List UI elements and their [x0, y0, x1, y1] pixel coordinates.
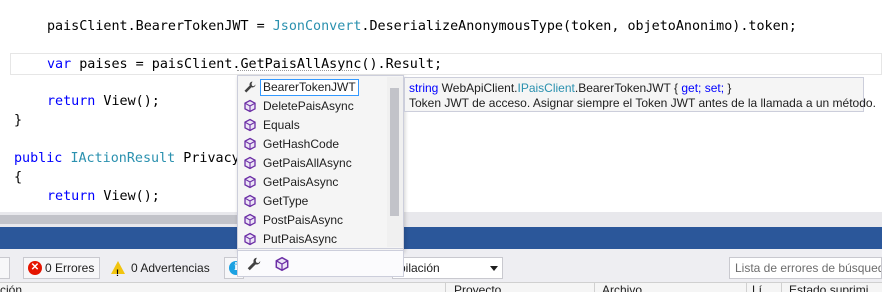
qi-namespace: WebApiClient. — [438, 81, 518, 95]
method-cube-icon — [244, 175, 256, 189]
code-text: Privacy — [175, 151, 240, 166]
completion-item-gettype[interactable]: GetType — [239, 192, 387, 211]
completion-scrollbar-thumb[interactable] — [390, 88, 399, 216]
quick-info-signature: string WebApiClient.IPaisClient.BearerTo… — [409, 81, 731, 95]
completion-item-label: PostPaisAsync — [263, 213, 344, 227]
code-text: } — [14, 113, 23, 128]
quick-info-tooltip: string WebApiClient.IPaisClient.BearerTo… — [404, 77, 876, 112]
completion-item-equals[interactable]: Equals — [239, 116, 387, 135]
method-cube-icon — [244, 213, 256, 227]
method-cube-icon[interactable] — [274, 256, 290, 272]
code-line-token-assign[interactable]: paisClient.BearerTokenJWT = JsonConvert.… — [47, 17, 797, 36]
code-keyword: return — [47, 94, 96, 109]
column-description[interactable]: ción — [0, 283, 22, 292]
qi-member: .BearerTokenJWT { — [574, 81, 682, 95]
completion-item-getpaisasync[interactable]: GetPaisAsync — [239, 173, 387, 192]
column-separator[interactable] — [746, 283, 747, 292]
qi-type: IPaisClient — [517, 81, 575, 95]
code-line-return-1[interactable]: return View(); — [47, 92, 160, 111]
column-separator[interactable] — [445, 283, 446, 292]
column-separator[interactable] — [594, 283, 595, 292]
code-text: paisClient.BearerTokenJWT = — [47, 19, 273, 34]
code-type: IActionResult — [70, 151, 176, 166]
build-scope-dropdown[interactable]: pilación — [392, 257, 503, 279]
qi-set: set; — [704, 81, 725, 95]
completion-item-bearertokenjwt[interactable]: BearerTokenJWT — [239, 78, 387, 97]
code-line-open-brace[interactable]: { — [14, 168, 22, 187]
code-type: JsonConvert — [272, 19, 362, 34]
scope-dropdown-edge[interactable] — [0, 257, 10, 279]
column-suppression-state[interactable]: Estado suprimi — [789, 283, 868, 292]
completion-divider — [238, 248, 403, 250]
error-search-placeholder: Lista de errores de búsqueda — [735, 261, 882, 275]
warning-icon: ! — [111, 261, 125, 278]
editor-scrollbar-thumb[interactable] — [0, 215, 238, 224]
errors-filter-button[interactable]: ✕ 0 Errores — [23, 257, 100, 279]
completion-item-deletepaisasync[interactable]: DeletePaisAsync — [239, 97, 387, 116]
completion-item-label: DeletePaisAsync — [263, 99, 354, 113]
completion-item-label: GetPaisAsync — [263, 175, 339, 189]
completion-item-gethashcode[interactable]: GetHashCode — [239, 135, 387, 154]
suggestion-squiggle — [237, 68, 359, 71]
completion-item-getpaisallasync[interactable]: GetPaisAllAsync — [239, 154, 387, 173]
completion-filter-bar — [237, 251, 404, 277]
method-cube-icon — [244, 232, 256, 246]
method-cube-icon — [244, 194, 256, 208]
completion-item-postpaisasync[interactable]: PostPaisAsync — [239, 211, 387, 230]
completion-item-label: GetPaisAllAsync — [263, 156, 352, 170]
code-keyword: public — [14, 151, 63, 166]
code-line-close-brace[interactable]: } — [14, 111, 22, 130]
wrench-icon[interactable] — [246, 256, 262, 272]
wrench-icon — [244, 81, 256, 93]
code-text: .DeserializeAnonymousType(token, objetoA… — [361, 19, 797, 34]
code-text: View(); — [95, 189, 160, 204]
error-icon: ✕ — [28, 261, 42, 275]
method-cube-icon — [244, 137, 256, 151]
column-file[interactable]: Archivo — [602, 283, 642, 292]
qi-keyword: string — [409, 81, 439, 95]
code-line-privacy[interactable]: public IActionResult Privacy — [14, 149, 240, 168]
code-line-paises[interactable]: var paises = paisClient.GetPaisAllAsync(… — [47, 55, 442, 74]
completion-item-putpaisasync[interactable]: PutPaisAsync — [239, 230, 387, 249]
column-line[interactable]: Lí — [752, 283, 762, 292]
quick-info-description: Token JWT de acceso. Asignar siempre el … — [409, 96, 876, 110]
method-cube-icon — [244, 156, 256, 170]
completion-item-label: BearerTokenJWT — [260, 79, 359, 96]
chevron-down-icon — [490, 266, 498, 271]
error-search-input[interactable]: Lista de errores de búsqueda — [729, 257, 882, 279]
completion-item-label: Equals — [263, 118, 300, 132]
completion-items: BearerTokenJWT DeletePaisAsync Equals Ge… — [238, 76, 388, 248]
code-line-return-2[interactable]: return View(); — [47, 187, 160, 206]
build-scope-value: pilación — [399, 261, 440, 275]
method-cube-icon — [244, 118, 256, 132]
code-keyword: return — [47, 189, 96, 204]
error-list-titlebar[interactable] — [0, 227, 882, 249]
warnings-count: 0 Advertencias — [131, 261, 210, 275]
qi-get: get; — [681, 81, 702, 95]
completion-item-label: PutPaisAsync — [263, 232, 338, 246]
completion-item-label: GetType — [263, 194, 309, 208]
completion-item-label: GetHashCode — [263, 137, 340, 151]
code-keyword: var — [47, 57, 72, 72]
error-list-column-header — [0, 282, 882, 292]
warnings-filter-button[interactable]: ! 0 Advertencias — [106, 257, 214, 279]
qi-close: } — [724, 81, 732, 95]
column-separator[interactable] — [781, 283, 782, 292]
errors-count: 0 Errores — [45, 261, 95, 275]
method-cube-icon — [244, 99, 256, 113]
intellisense-completion-list[interactable]: BearerTokenJWT DeletePaisAsync Equals Ge… — [237, 75, 404, 251]
column-project[interactable]: Proyecto — [454, 283, 501, 292]
code-text: View(); — [95, 94, 160, 109]
code-text: { — [14, 170, 23, 185]
